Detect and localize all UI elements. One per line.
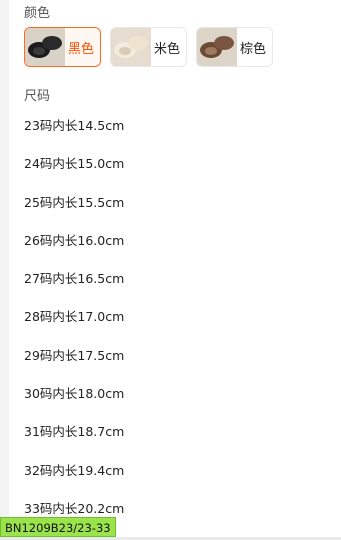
color-options: 黑色 米色 棕色	[24, 27, 274, 67]
color-option-label: 黑色	[68, 41, 95, 57]
black-slipper-thumbnail-icon	[25, 28, 65, 66]
size-option[interactable]: 25码内长15.5cm	[24, 193, 124, 231]
left-edge-strip	[0, 0, 9, 540]
size-option[interactable]: 30码内长18.0cm	[24, 384, 124, 422]
size-option[interactable]: 28码内长17.0cm	[24, 307, 124, 345]
color-option-label: 米色	[154, 41, 181, 57]
color-option-label: 棕色	[240, 41, 267, 57]
size-option[interactable]: 29码内长17.5cm	[24, 346, 124, 384]
color-option-brown[interactable]: 棕色	[196, 27, 274, 67]
size-option[interactable]: 31码内长18.7cm	[24, 422, 124, 460]
size-option[interactable]: 32码内长19.4cm	[24, 461, 124, 499]
color-option-black[interactable]: 黑色	[24, 27, 102, 67]
size-option[interactable]: 27码内长16.5cm	[24, 269, 124, 307]
size-section-label: 尺码	[24, 89, 51, 104]
brown-slipper-thumbnail-icon	[197, 28, 238, 66]
size-option[interactable]: 26码内长16.0cm	[24, 231, 124, 269]
color-section-label: 颜色	[24, 6, 51, 21]
sku-code-badge: BN1209B23/23-33	[0, 517, 116, 537]
size-option[interactable]: 24码内长15.0cm	[24, 154, 124, 192]
size-options: 23码内长14.5cm 24码内长15.0cm 25码内长15.5cm 26码内…	[24, 116, 124, 537]
size-option[interactable]: 23码内长14.5cm	[24, 116, 124, 154]
beige-slipper-thumbnail-icon	[111, 28, 152, 66]
color-option-beige[interactable]: 米色	[110, 27, 188, 67]
